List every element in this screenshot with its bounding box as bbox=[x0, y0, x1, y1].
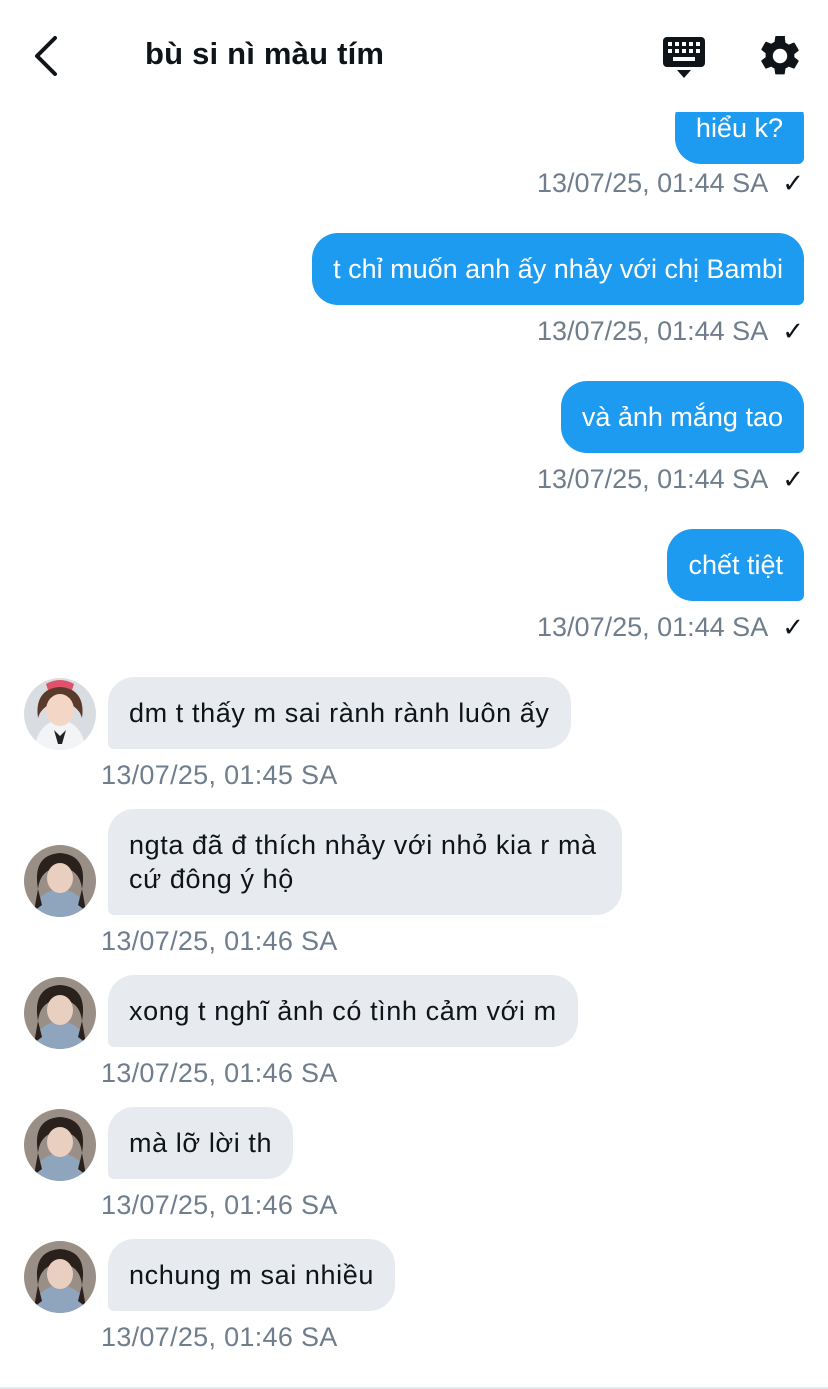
message-timestamp: 13/07/25, 01:44 SA ✓ bbox=[537, 464, 804, 495]
outgoing-message[interactable]: và ảnh mắng tao bbox=[560, 381, 804, 453]
avatar[interactable] bbox=[24, 977, 96, 1049]
incoming-message[interactable]: mà lỡ lời th bbox=[108, 1107, 294, 1179]
read-check-icon: ✓ bbox=[782, 612, 804, 642]
avatar[interactable] bbox=[24, 1109, 96, 1181]
timestamp-text: 13/07/25, 01:44 SA bbox=[537, 612, 769, 642]
incoming-message[interactable]: nchung m sai nhiều bbox=[108, 1239, 395, 1311]
incoming-message[interactable]: xong t nghĩ ảnh có tình cảm với m bbox=[108, 975, 578, 1047]
timestamp-text: 13/07/25, 01:44 SA bbox=[537, 316, 769, 346]
chevron-left-icon bbox=[35, 36, 57, 76]
message-timestamp: 13/07/25, 01:45 SA bbox=[101, 760, 338, 790]
timestamp-text: 13/07/25, 01:44 SA bbox=[537, 168, 769, 198]
keyboard-icon bbox=[663, 37, 705, 78]
avatar[interactable] bbox=[24, 845, 96, 917]
incoming-message[interactable]: ngta đã đ thích nhảy với nhỏ kia r mà cứ… bbox=[108, 809, 622, 915]
conversation-title: bù si nì màu tím bbox=[145, 36, 385, 71]
message-timestamp: 13/07/25, 01:46 SA bbox=[101, 1190, 338, 1220]
message-timestamp: 13/07/25, 01:44 SA ✓ bbox=[537, 612, 804, 643]
outgoing-message[interactable]: t chỉ muốn anh ấy nhảy với chị Bambi bbox=[312, 233, 804, 305]
keyboard-button[interactable] bbox=[660, 34, 708, 82]
conversation-header: bù si nì màu tím bbox=[0, 0, 828, 112]
avatar[interactable] bbox=[24, 1241, 96, 1313]
incoming-message[interactable]: dm t thấy m sai rành rành luôn ấy bbox=[108, 677, 571, 749]
settings-button[interactable] bbox=[756, 32, 804, 80]
read-check-icon: ✓ bbox=[782, 464, 804, 494]
timestamp-text: 13/07/25, 01:44 SA bbox=[537, 464, 769, 494]
message-timestamp: 13/07/25, 01:44 SA ✓ bbox=[537, 316, 804, 347]
back-button[interactable] bbox=[24, 30, 68, 82]
read-check-icon: ✓ bbox=[782, 168, 804, 198]
avatar[interactable] bbox=[24, 678, 96, 750]
read-check-icon: ✓ bbox=[782, 316, 804, 346]
message-timestamp: 13/07/25, 01:44 SA ✓ bbox=[537, 168, 804, 199]
message-timestamp: 13/07/25, 01:46 SA bbox=[101, 926, 338, 956]
message-timestamp: 13/07/25, 01:46 SA bbox=[101, 1058, 338, 1088]
gear-icon bbox=[761, 35, 799, 75]
outgoing-message[interactable]: chết tiệt bbox=[667, 529, 804, 601]
message-timestamp: 13/07/25, 01:46 SA bbox=[101, 1322, 338, 1352]
